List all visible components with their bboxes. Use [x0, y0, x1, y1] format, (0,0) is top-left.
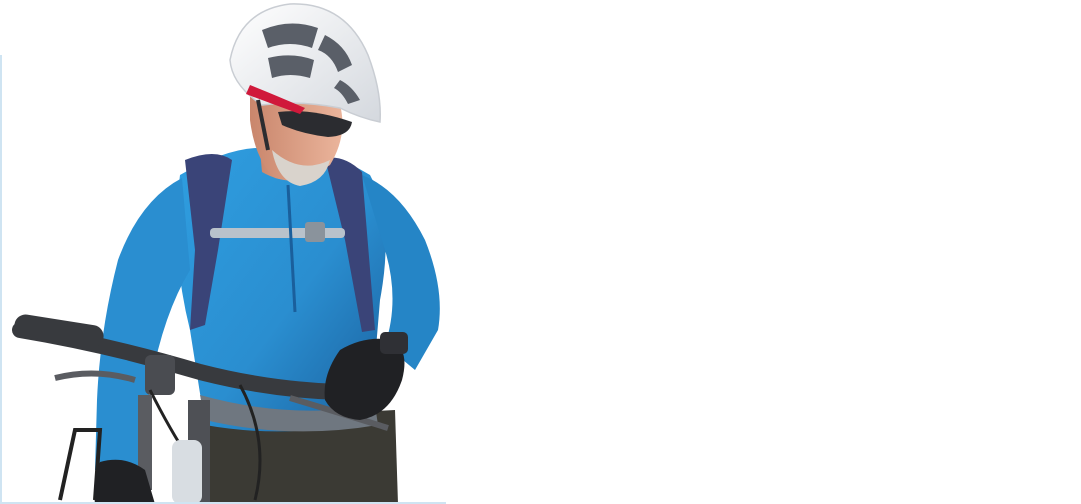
image-edge-line: [0, 55, 2, 504]
stem: [145, 355, 175, 395]
bike-rack: [58, 428, 103, 501]
chest-buckle: [305, 222, 325, 242]
watch: [380, 332, 408, 354]
water-bottle: [172, 440, 202, 504]
helmet-vent: [268, 55, 314, 78]
cyclist-photo: [12, 3, 440, 504]
brake-lever: [54, 370, 136, 383]
